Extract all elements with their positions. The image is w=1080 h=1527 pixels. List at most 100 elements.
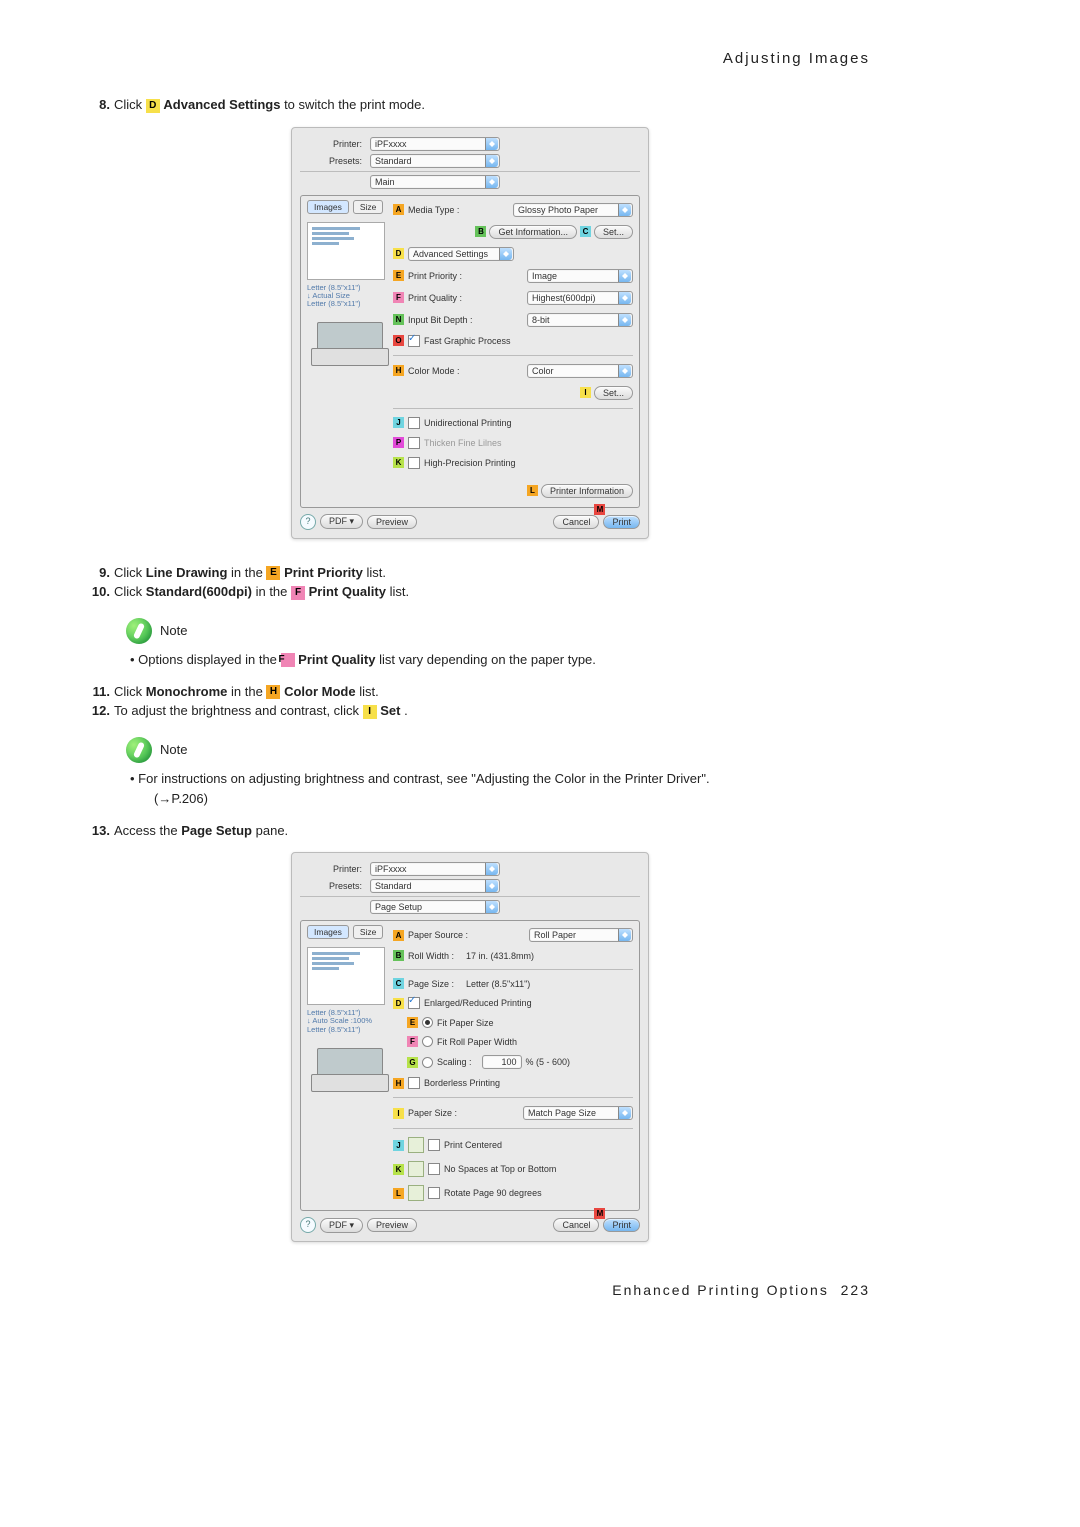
text: in the [256,584,291,599]
preview-column: Images Size Letter (8.5"x11") ↓ Actual S… [307,200,385,501]
color-mode-select[interactable]: Color [527,364,633,378]
label: Enlarged/Reduced Printing [424,998,532,1008]
bold: Line Drawing [146,565,228,580]
unidirectional-checkbox[interactable] [408,417,420,429]
fit-roll-width-radio[interactable] [422,1036,433,1047]
dropdown-arrows-icon [618,204,631,216]
text: • Options displayed in the [130,652,281,667]
fast-graphic-checkbox[interactable] [408,335,420,347]
fit-paper-size-radio[interactable] [422,1017,433,1028]
pane-select[interactable]: Main [370,175,500,189]
note-title: Note [160,742,187,757]
note-icon [126,618,152,644]
preview-button[interactable]: Preview [367,1218,417,1232]
marker-d: D [393,998,404,1009]
marker-p: P [393,437,404,448]
advanced-settings-select[interactable]: Advanced Settings [408,247,514,261]
marker-e: E [407,1017,418,1028]
print-button[interactable]: Print [603,1218,640,1232]
borderless-checkbox[interactable] [408,1077,420,1089]
print-dialog-main: Printer: iPFxxxx Presets: Standard Main … [291,127,649,539]
set-button-color[interactable]: Set... [594,386,633,400]
print-priority-select[interactable]: Image [527,269,633,283]
pdf-button[interactable]: PDF ▾ [320,1218,363,1233]
marker-k: K [393,457,404,468]
presets-select[interactable]: Standard [370,879,500,893]
dropdown-arrows-icon [485,901,498,913]
text: pane. [256,823,289,838]
printer-select[interactable]: iPFxxxx [370,862,500,876]
step-number: 9. [82,565,114,580]
presets-select[interactable]: Standard [370,154,500,168]
bold: Standard(600dpi) [146,584,252,599]
marker-m: M [594,1208,605,1219]
thicken-checkbox[interactable] [408,437,420,449]
label: Printer: [300,864,366,874]
text: list. [390,584,410,599]
step-11: 11. Click Monochrome in the H Color Mode… [82,684,870,700]
marker-d: D [146,99,160,113]
paper-size-select[interactable]: Match Page Size [523,1106,633,1120]
pdf-button[interactable]: PDF ▾ [320,514,363,529]
step-number: 12. [82,703,114,718]
preview-caption: Letter (8.5"x11") ↓ Auto Scale :100% Let… [307,1009,385,1034]
text: Access the [114,823,181,838]
get-information-button[interactable]: Get Information... [489,225,577,239]
marker-i: I [580,387,591,398]
dropdown-arrows-icon [618,929,631,941]
input-bit-depth-select[interactable]: 8-bit [527,313,633,327]
bold: Print Quality [298,652,375,667]
label: Borderless Printing [424,1078,500,1088]
media-type-select[interactable]: Glossy Photo Paper [513,203,633,217]
dropdown-arrows-icon [499,248,512,260]
tab-size[interactable]: Size [353,200,384,214]
text: Click [114,584,146,599]
bold: Print Quality [309,584,386,599]
cancel-button[interactable]: Cancel [553,1218,599,1232]
dropdown-arrows-icon [485,176,498,188]
preview-button[interactable]: Preview [367,515,417,529]
text: list vary depending on the paper type. [379,652,596,667]
set-button-media[interactable]: Set... [594,225,633,239]
cancel-button[interactable]: Cancel [553,515,599,529]
step-number: 10. [82,584,114,599]
label: Presets: [300,881,366,891]
note-1: Note • Options displayed in the F Print … [126,618,870,670]
printer-info-button[interactable]: Printer Information [541,484,633,498]
pane-select[interactable]: Page Setup [370,900,500,914]
rotate-checkbox[interactable] [428,1187,440,1199]
text: to switch the print mode. [284,97,425,112]
high-precision-checkbox[interactable] [408,457,420,469]
print-quality-select[interactable]: Highest(600dpi) [527,291,633,305]
marker-j: J [393,1140,404,1151]
marker-e: E [393,270,404,281]
label: Roll Width : [408,951,454,961]
tab-images[interactable]: Images [307,925,349,939]
enlarged-reduced-checkbox[interactable] [408,997,420,1009]
tab-size[interactable]: Size [353,925,384,939]
page-footer: Enhanced Printing Options 223 [70,1282,870,1298]
text: in the [231,565,266,580]
dialog-main-wrap: Printer: iPFxxxx Presets: Standard Main … [70,127,870,539]
help-button[interactable]: ? [300,1217,316,1233]
label: Thicken Fine Lilnes [424,438,502,448]
no-spaces-checkbox[interactable] [428,1163,440,1175]
note-icon [126,737,152,763]
text: list. [359,684,379,699]
marker-h: H [393,1078,404,1089]
bold: Monochrome [146,684,228,699]
tab-images[interactable]: Images [307,200,349,214]
help-button[interactable]: ? [300,514,316,530]
scaling-input[interactable]: 100 [482,1055,522,1069]
scaling-radio[interactable] [422,1057,433,1068]
label: Fit Roll Paper Width [437,1037,517,1047]
dropdown-arrows-icon [618,314,631,326]
text: Click [114,565,146,580]
printer-select[interactable]: iPFxxxx [370,137,500,151]
marker-i: I [393,1108,404,1119]
step-10: 10. Click Standard(600dpi) in the F Prin… [82,584,870,600]
paper-source-select[interactable]: Roll Paper [529,928,633,942]
dropdown-arrows-icon [618,270,631,282]
print-button[interactable]: Print [603,515,640,529]
print-centered-checkbox[interactable] [428,1139,440,1151]
